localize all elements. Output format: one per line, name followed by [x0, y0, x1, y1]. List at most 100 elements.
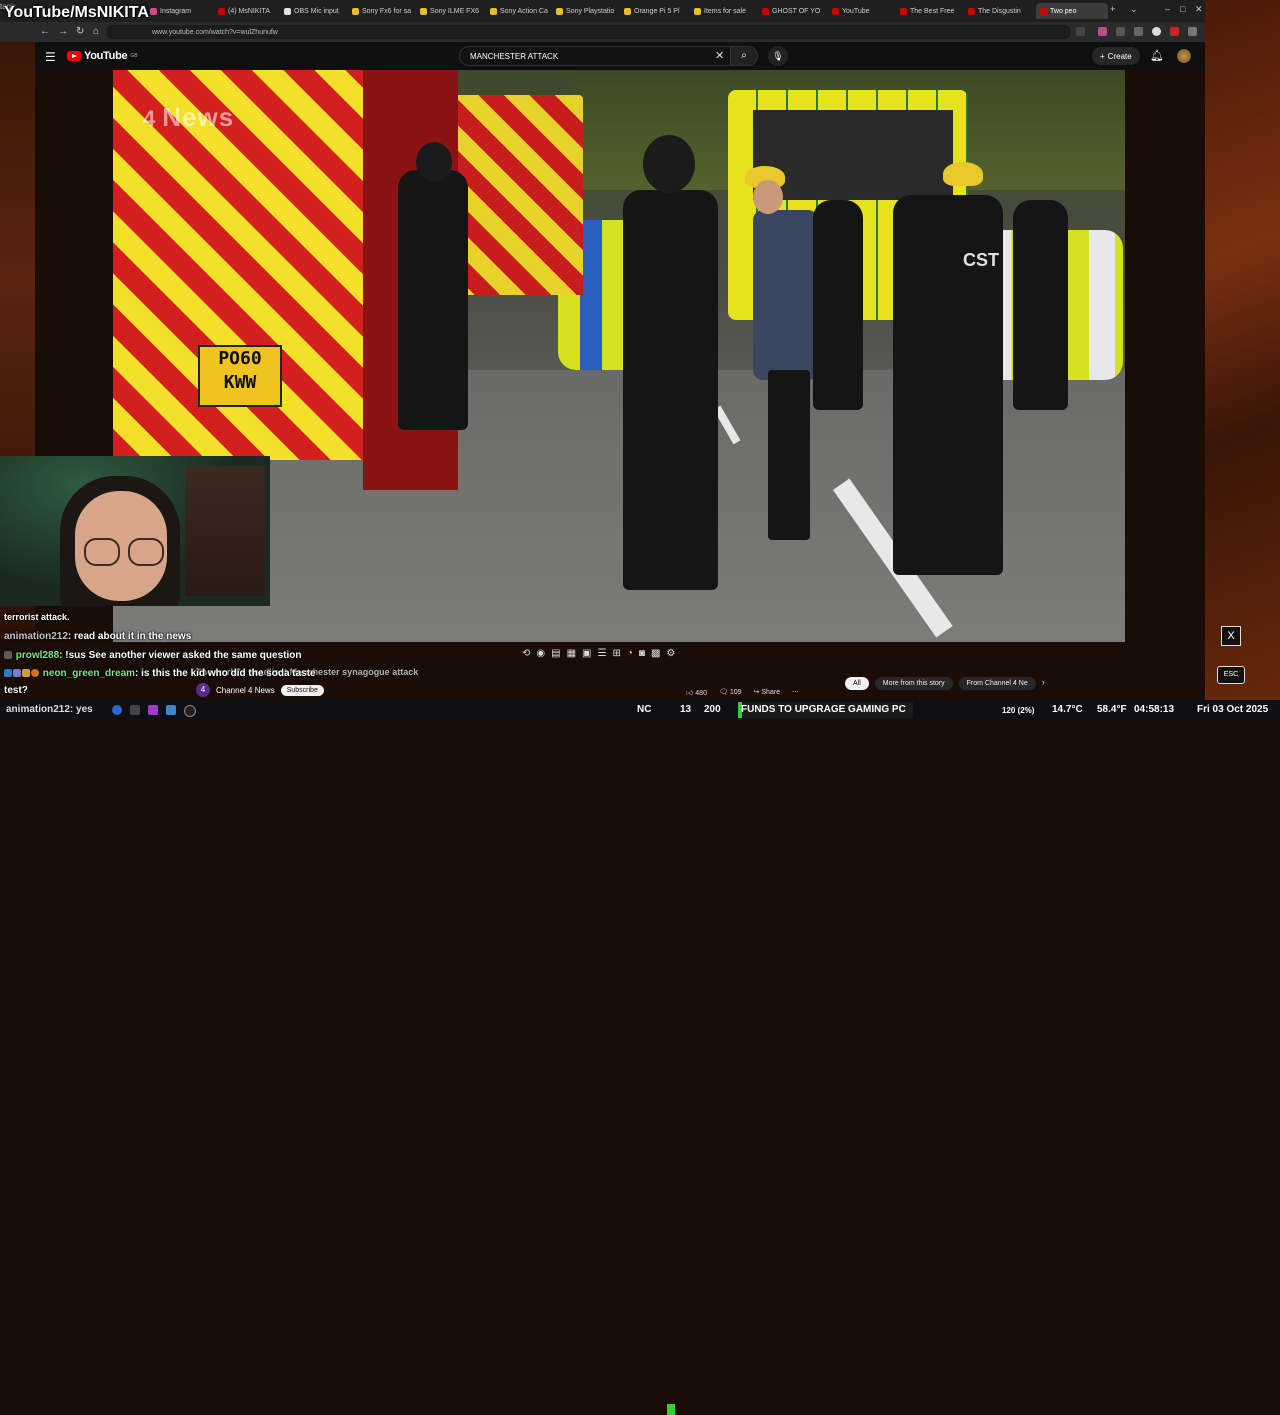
chat-text: test?: [4, 685, 28, 696]
browser-tab[interactable]: Sony ILME FX6: [420, 3, 484, 19]
tab-favicon-icon: [624, 7, 631, 15]
tab-label: YouTube: [842, 7, 870, 15]
grid-icon[interactable]: ▩: [651, 648, 660, 662]
browser-tab-bar: Instagram (4) MsNIKITA OBS Mic input Sony F…: [0, 0, 1205, 22]
tab-favicon-icon: [556, 7, 563, 15]
browser-tab[interactable]: (4) MsNIKITA: [218, 3, 282, 19]
comment-icon: 🗨︎: [718, 689, 728, 696]
goal-percent: 120 (2%): [1002, 706, 1035, 715]
browser-tab[interactable]: Orange Pi 5 Pl: [624, 3, 688, 19]
back-icon[interactable]: ←: [40, 26, 50, 37]
youtube-wordmark: YouTube: [84, 50, 128, 62]
forward-icon[interactable]: →: [58, 26, 68, 37]
taskbar: animation212: yes NC 13 200 120 (2%) 14.…: [0, 700, 1280, 1415]
close-window-icon[interactable]: ✕: [1195, 4, 1203, 15]
esc-button[interactable]: ESC: [1217, 666, 1245, 684]
like-button[interactable]: 👍︎ 480: [686, 688, 707, 697]
reload-icon[interactable]: ↻: [76, 26, 84, 37]
chips-next-icon[interactable]: ›: [1042, 677, 1045, 690]
chat-message: test?: [4, 685, 28, 696]
tab-favicon-icon: [352, 7, 359, 15]
minimize-icon[interactable]: –: [1165, 4, 1170, 14]
counter-2: 200: [704, 704, 721, 715]
video-officer: [398, 170, 468, 430]
plate-line-1: PO60: [218, 348, 262, 369]
number-plate: PO60 KWW: [198, 345, 282, 407]
browser-tab[interactable]: GHOST OF YO: [762, 3, 826, 19]
hamburger-menu-icon[interactable]: ☰: [45, 50, 56, 64]
chat-badge-icon: [13, 669, 21, 678]
chat-message: animation212: read about it in the news: [4, 631, 191, 642]
cst-jacket-text: CST: [963, 250, 999, 270]
chip-from-channel[interactable]: From Channel 4 Ne: [958, 677, 1036, 690]
chat-message: neon_green_dream: is this the kid who di…: [4, 668, 316, 679]
browser-tab[interactable]: Sony Action Ca: [490, 3, 554, 19]
browser-tab[interactable]: Sony Playstatio: [556, 3, 620, 19]
settings-gear-icon[interactable]: ⚙: [666, 648, 675, 662]
app-icon[interactable]: [184, 705, 196, 717]
app-icon[interactable]: [166, 705, 176, 715]
browser-tab[interactable]: The Disgustin: [968, 3, 1032, 19]
extension-icon[interactable]: [1134, 27, 1143, 36]
search-input[interactable]: MANCHESTER ATTACK: [459, 46, 739, 66]
clear-search-icon[interactable]: ✕: [715, 49, 724, 62]
voice-search-button[interactable]: 🎙︎: [768, 46, 788, 66]
new-tab-icon[interactable]: +: [1110, 4, 1115, 14]
glasses-lens: [84, 538, 120, 566]
close-overlay-button[interactable]: X: [1221, 626, 1241, 646]
video-steward-legs: [768, 370, 810, 540]
chat-text: : is this the kid who did the soda taste: [135, 668, 316, 679]
browser-tab[interactable]: Sony Fx6 for sa: [352, 3, 416, 19]
notifications-bell-icon[interactable]: 🔔︎: [1150, 49, 1164, 62]
chip-all[interactable]: All: [845, 677, 869, 690]
watermark-text: News: [162, 102, 235, 132]
tab-favicon-icon: [900, 7, 907, 15]
create-label: Create: [1107, 51, 1132, 61]
app-icon[interactable]: [112, 705, 122, 715]
video-officer-head: [416, 142, 452, 182]
comments-button[interactable]: 🗨︎ 109: [719, 688, 742, 697]
youtube-logo[interactable]: YouTube GB: [67, 50, 138, 62]
app-icon[interactable]: [130, 705, 140, 715]
create-button[interactable]: + Create: [1092, 47, 1140, 65]
extension-icon[interactable]: [1170, 27, 1179, 36]
chat-badge-icon: [31, 669, 39, 678]
address-bar[interactable]: www.youtube.com/watch?v=wulZhunufw: [106, 25, 1071, 39]
youtube-play-icon: [67, 51, 81, 61]
temperature-c: 14.7°C: [1052, 704, 1083, 715]
tab-label: (4) MsNIKITA: [228, 7, 270, 15]
bookmark-icon[interactable]: [1076, 27, 1085, 36]
browser-tab[interactable]: OBS Mic input: [284, 3, 348, 19]
tab-favicon-icon: [832, 7, 839, 15]
extension-icon[interactable]: [1116, 27, 1125, 36]
stream-title: YouTube/MsNIKITA: [4, 4, 149, 21]
browser-tab[interactable]: YouTube: [832, 3, 896, 19]
search-button[interactable]: ⌕: [730, 46, 758, 66]
chat-text: : !sus See another viewer asked the same…: [59, 650, 302, 661]
tab-label: Orange Pi 5 Pl: [634, 7, 680, 15]
more-actions-icon[interactable]: ⋯: [792, 688, 799, 697]
browser-tab[interactable]: Instagram: [150, 3, 214, 19]
extension-icon[interactable]: [1098, 27, 1107, 36]
tab-favicon-icon: [150, 7, 157, 15]
chat-badge-icon: [4, 669, 12, 678]
home-icon[interactable]: ⌂: [93, 26, 99, 37]
tab-label: Two peo: [1050, 7, 1077, 15]
chat-text: terrorist attack.: [4, 612, 70, 622]
streamer-webcam: [0, 456, 270, 606]
app-icon[interactable]: [148, 705, 158, 715]
chat-username: prowl288: [15, 650, 60, 661]
chip-more-from-story[interactable]: More from this story: [874, 677, 953, 690]
webcam-shelf: [185, 466, 265, 596]
browser-tab[interactable]: Items for sale: [694, 3, 758, 19]
browser-tab[interactable]: Two peo: [1036, 3, 1108, 19]
maximize-icon[interactable]: □: [1180, 4, 1185, 14]
tab-list-icon[interactable]: ⌄: [1130, 4, 1138, 15]
browser-tab[interactable]: The Best Free: [900, 3, 964, 19]
taskbar-apps: [112, 705, 196, 717]
menu-icon[interactable]: [1188, 27, 1197, 36]
profile-icon[interactable]: [1152, 27, 1161, 36]
share-button[interactable]: ↪ Share: [754, 688, 781, 697]
account-avatar[interactable]: [1177, 49, 1191, 63]
chat-badge-icon: [22, 669, 30, 678]
